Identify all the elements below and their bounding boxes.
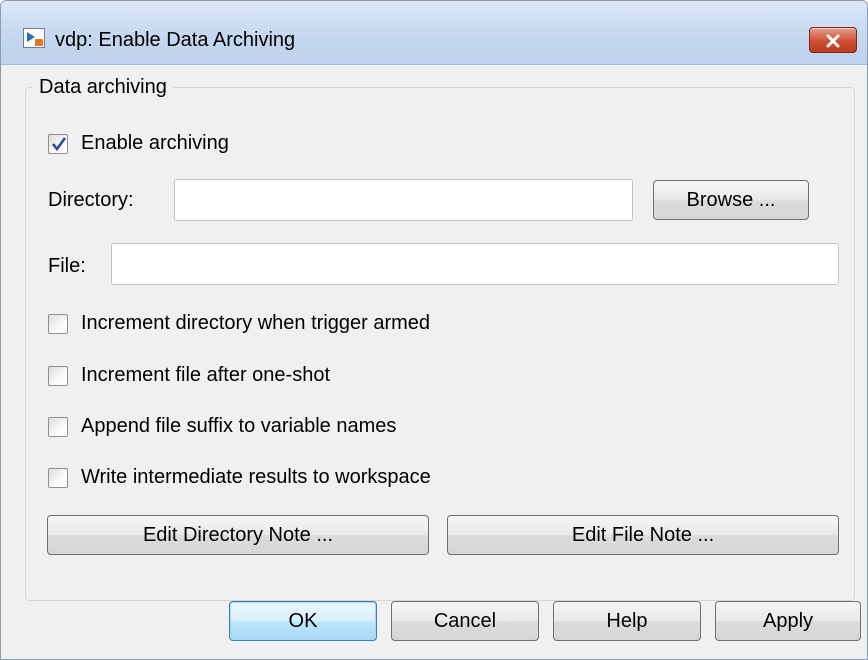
dialog-window: vdp: Enable Data Archiving Data archivin… [0, 0, 868, 660]
file-label: File: [48, 255, 86, 277]
enable-archiving-label[interactable]: Enable archiving [81, 132, 229, 155]
edit-file-note-button[interactable]: Edit File Note ... [447, 515, 839, 555]
group-legend: Data archiving [33, 76, 173, 99]
append-suffix-checkbox[interactable] [48, 417, 68, 437]
app-icon [23, 28, 45, 48]
increment-directory-checkbox[interactable] [48, 314, 68, 334]
apply-button[interactable]: Apply [715, 601, 861, 641]
close-icon [826, 34, 840, 48]
browse-button[interactable]: Browse ... [653, 180, 809, 220]
increment-file-checkbox[interactable] [48, 366, 68, 386]
help-button[interactable]: Help [553, 601, 701, 641]
enable-archiving-checkbox[interactable] [48, 134, 68, 154]
increment-file-label[interactable]: Increment file after one-shot [81, 364, 330, 387]
edit-directory-note-button[interactable]: Edit Directory Note ... [47, 515, 429, 555]
file-input[interactable] [111, 243, 839, 285]
write-intermediate-checkbox[interactable] [48, 468, 68, 488]
ok-button[interactable]: OK [229, 601, 377, 641]
window-title: vdp: Enable Data Archiving [55, 29, 296, 51]
checkmark-icon [51, 137, 67, 152]
append-suffix-label[interactable]: Append file suffix to variable names [81, 415, 396, 438]
directory-input[interactable] [174, 179, 633, 221]
close-button[interactable] [809, 27, 857, 53]
cancel-button[interactable]: Cancel [391, 601, 539, 641]
title-bar[interactable]: vdp: Enable Data Archiving [1, 1, 867, 65]
write-intermediate-label[interactable]: Write intermediate results to workspace [81, 466, 431, 489]
increment-directory-label[interactable]: Increment directory when trigger armed [81, 312, 430, 335]
directory-label: Directory: [48, 189, 134, 211]
